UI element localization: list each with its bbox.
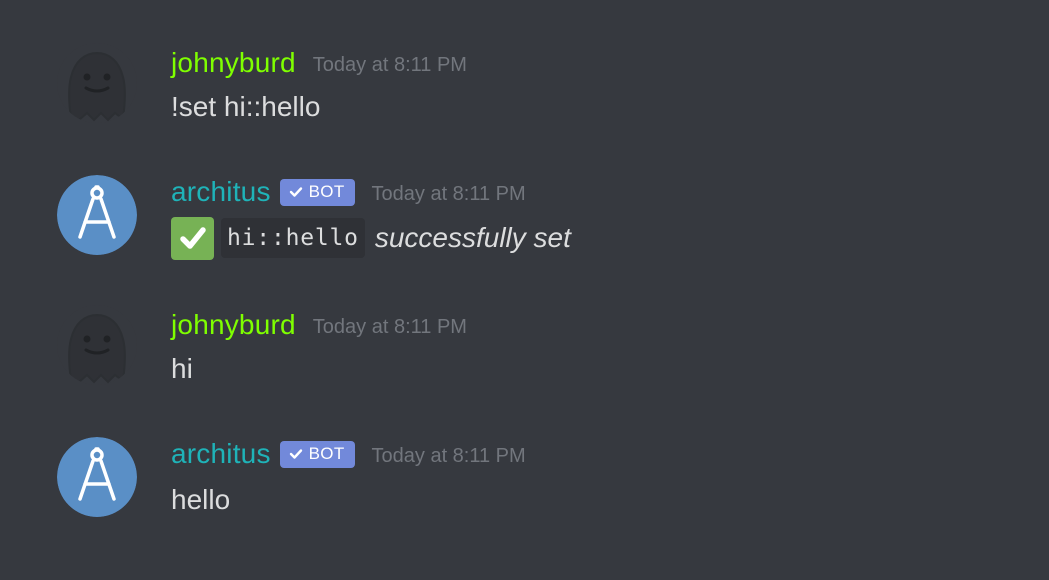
message-header: architus BOT Today at 8:11 PM xyxy=(171,436,526,472)
username[interactable]: architus xyxy=(171,175,271,209)
avatar-johnyburd[interactable] xyxy=(57,43,137,123)
message-content: hello xyxy=(171,480,230,520)
message-text: hello xyxy=(171,484,231,515)
bot-tag: BOT xyxy=(279,440,355,468)
avatar-johnyburd[interactable] xyxy=(57,305,137,385)
message-content: hi::hello successfully set xyxy=(171,216,571,260)
message-text: hi xyxy=(171,353,193,384)
timestamp[interactable]: Today at 8:11 PM xyxy=(372,182,526,206)
message-text: !set hi::hello xyxy=(171,91,321,122)
inline-code: hi::hello xyxy=(221,218,365,258)
chat-message: architus BOT Today at 8:11 PM hi::hello … xyxy=(0,174,1049,284)
chat-message-list: johnyburd Today at 8:11 PM !set hi::hell… xyxy=(0,0,1049,580)
timestamp[interactable]: Today at 8:11 PM xyxy=(313,315,467,339)
username[interactable]: johnyburd xyxy=(171,308,296,342)
check-icon xyxy=(288,446,304,462)
message-content: !set hi::hello xyxy=(171,87,320,127)
avatar-architus[interactable] xyxy=(57,437,137,517)
timestamp[interactable]: Today at 8:11 PM xyxy=(313,53,467,77)
username[interactable]: johnyburd xyxy=(171,46,296,80)
avatar-architus[interactable] xyxy=(57,175,137,255)
bot-tag-label: BOT xyxy=(308,182,345,201)
bot-tag: BOT xyxy=(279,178,355,206)
message-header: johnyburd Today at 8:11 PM xyxy=(171,45,467,81)
message-header: architus BOT Today at 8:11 PM xyxy=(171,174,526,210)
message-header: johnyburd Today at 8:11 PM xyxy=(171,307,467,343)
chat-message: johnyburd Today at 8:11 PM !set hi::hell… xyxy=(0,43,1049,153)
message-content: hi xyxy=(171,349,193,389)
timestamp[interactable]: Today at 8:11 PM xyxy=(372,444,526,468)
check-icon xyxy=(288,184,304,200)
white-check-mark-icon xyxy=(171,216,214,260)
bot-tag-label: BOT xyxy=(308,444,345,463)
chat-message: architus BOT Today at 8:11 PM hello xyxy=(0,436,1049,546)
message-text: successfully set xyxy=(374,222,571,253)
chat-message: johnyburd Today at 8:11 PM hi xyxy=(0,305,1049,415)
username[interactable]: architus xyxy=(171,437,271,471)
